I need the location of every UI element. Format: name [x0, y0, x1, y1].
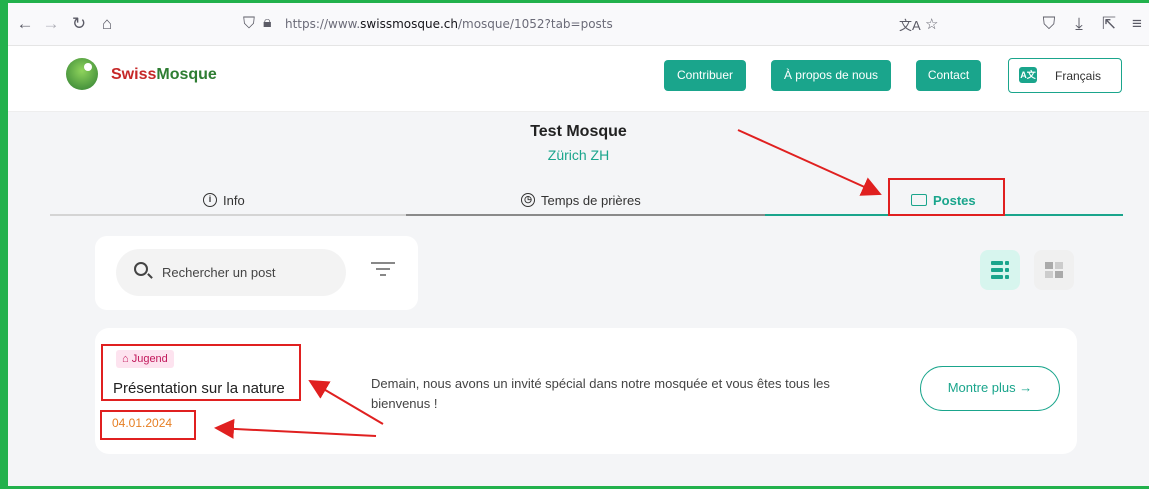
- arrow-to-post-title: [308, 379, 384, 425]
- arrow-to-post-date: [214, 418, 377, 439]
- screenshot-frame: ← → ↻ ⌂ ⛉ 🔒︎ https://www.swissmosque.ch/…: [0, 0, 1149, 489]
- annotation-arrows: [214, 129, 882, 439]
- arrow-to-posts-tab: [737, 129, 882, 196]
